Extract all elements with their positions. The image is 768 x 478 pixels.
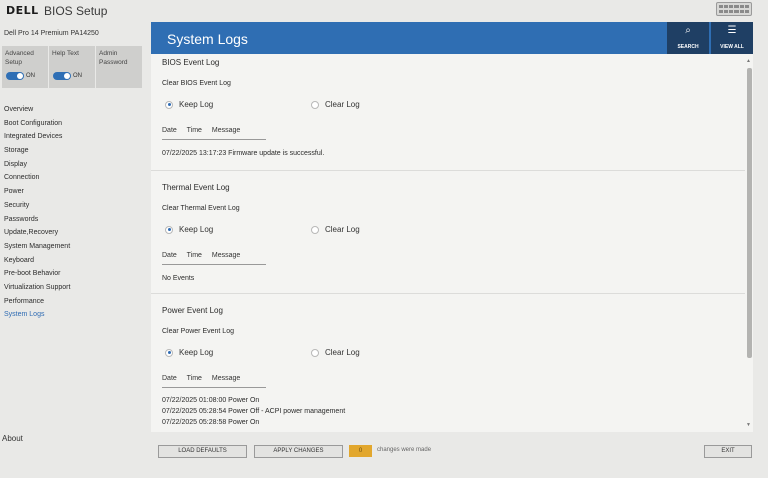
radio-selected-icon	[165, 225, 173, 234]
radio-unselected-icon	[311, 225, 319, 234]
section-title: Thermal Event Log	[162, 183, 230, 192]
top-bar: DELL BIOS Setup	[0, 0, 768, 22]
help-text-toggle-text: ON	[73, 73, 82, 79]
column-date: Date	[162, 252, 177, 259]
admin-password-tile[interactable]: Admin Password	[96, 46, 142, 88]
section-subtitle: Clear Thermal Event Log	[162, 205, 240, 212]
sidebar-item-display[interactable]: Display	[4, 158, 70, 172]
sidebar-item-boot-configuration[interactable]: Boot Configuration	[4, 117, 70, 131]
apply-changes-button[interactable]: APPLY CHANGES	[254, 445, 343, 458]
search-icon: ⌕	[685, 25, 691, 36]
log-column-headers: Date Time Message	[162, 375, 266, 388]
log-entry: 07/22/2025 05:28:58 Power On	[162, 419, 260, 426]
sidebar-item-performance[interactable]: Performance	[4, 295, 70, 309]
column-message: Message	[211, 252, 241, 259]
bios-clear-log-radio[interactable]: Clear Log	[311, 100, 360, 109]
scroll-up-icon[interactable]: ▲	[746, 58, 751, 64]
sidebar: Dell Pro 14 Premium PA14250 Advanced Set…	[0, 22, 150, 454]
section-subtitle: Clear BIOS Event Log	[162, 80, 231, 87]
section-divider	[151, 170, 745, 171]
dell-logo: DELL	[6, 4, 39, 17]
column-message: Message	[211, 375, 241, 382]
changes-count-badge: 0	[349, 445, 372, 457]
main-panel: System Logs ⌕ SEARCH ☰ VIEW ALL BIOS Eve…	[151, 22, 753, 432]
log-column-headers: Date Time Message	[162, 127, 266, 140]
radio-label: Keep Log	[179, 225, 214, 234]
help-text-tile[interactable]: Help Text ON	[49, 46, 95, 88]
column-date: Date	[162, 127, 177, 134]
scrollbar-thumb[interactable]	[747, 68, 752, 358]
column-time: Time	[186, 252, 202, 259]
keyboard-icon[interactable]	[716, 2, 752, 16]
radio-label: Clear Log	[325, 348, 360, 357]
log-column-headers: Date Time Message	[162, 252, 266, 265]
sidebar-item-pre-boot-behavior[interactable]: Pre-boot Behavior	[4, 267, 70, 281]
log-content: BIOS Event Log Clear BIOS Event Log Keep…	[151, 54, 745, 432]
radio-unselected-icon	[311, 348, 319, 357]
radio-selected-icon	[165, 100, 173, 109]
radio-label: Clear Log	[325, 225, 360, 234]
advanced-setup-label: Advanced Setup	[5, 50, 34, 66]
section-title: Power Event Log	[162, 306, 223, 315]
log-entry: 07/22/2025 01:08:00 Power On	[162, 397, 260, 404]
sidebar-item-update-recovery[interactable]: Update,Recovery	[4, 226, 70, 240]
help-text-toggle[interactable]	[53, 72, 71, 80]
power-keep-log-radio[interactable]: Keep Log	[165, 348, 213, 357]
sidebar-item-security[interactable]: Security	[4, 199, 70, 213]
column-time: Time	[186, 127, 202, 134]
section-subtitle: Clear Power Event Log	[162, 328, 234, 335]
help-text-label: Help Text	[52, 50, 79, 57]
page-title: System Logs	[167, 31, 248, 47]
sidebar-item-system-logs[interactable]: System Logs	[4, 308, 70, 322]
admin-password-label: Admin Password	[99, 50, 128, 66]
sidebar-item-keyboard[interactable]: Keyboard	[4, 254, 70, 268]
sidebar-item-integrated-devices[interactable]: Integrated Devices	[4, 130, 70, 144]
scroll-down-icon[interactable]: ▼	[746, 422, 751, 428]
changes-text: changes were made	[377, 447, 432, 453]
radio-label: Keep Log	[179, 100, 214, 109]
radio-label: Keep Log	[179, 348, 214, 357]
log-entry: 07/22/2025 13:17:23 Firmware update is s…	[162, 150, 325, 157]
view-all-label: VIEW ALL	[720, 44, 744, 50]
search-button[interactable]: ⌕ SEARCH	[667, 22, 709, 54]
bios-keep-log-radio[interactable]: Keep Log	[165, 100, 213, 109]
power-clear-log-radio[interactable]: Clear Log	[311, 348, 360, 357]
about-link[interactable]: About	[2, 434, 23, 443]
footer-bar: LOAD DEFAULTS APPLY CHANGES 0 changes we…	[151, 432, 753, 460]
load-defaults-button[interactable]: LOAD DEFAULTS	[158, 445, 247, 458]
app-title: BIOS Setup	[44, 4, 108, 18]
radio-unselected-icon	[311, 100, 319, 109]
column-message: Message	[211, 127, 241, 134]
sidebar-item-storage[interactable]: Storage	[4, 144, 70, 158]
section-title: BIOS Event Log	[162, 58, 220, 67]
vertical-scrollbar[interactable]: ▲ ▼	[745, 54, 753, 432]
thermal-keep-log-radio[interactable]: Keep Log	[165, 225, 213, 234]
sidebar-item-virtualization-support[interactable]: Virtualization Support	[4, 281, 70, 295]
radio-selected-icon	[165, 348, 173, 357]
device-name: Dell Pro 14 Premium PA14250	[4, 30, 99, 37]
sidebar-item-power[interactable]: Power	[4, 185, 70, 199]
radio-label: Clear Log	[325, 100, 360, 109]
log-entry: No Events	[162, 275, 195, 282]
log-entry: 07/22/2025 05:28:54 Power Off - ACPI pow…	[162, 408, 346, 415]
filter-list-icon: ☰	[727, 25, 737, 36]
advanced-setup-toggle[interactable]	[6, 72, 24, 80]
advanced-setup-toggle-text: ON	[26, 73, 35, 79]
section-divider	[151, 293, 745, 294]
sidebar-item-system-management[interactable]: System Management	[4, 240, 70, 254]
search-label: SEARCH	[677, 44, 699, 50]
exit-button[interactable]: EXIT	[704, 445, 752, 458]
column-date: Date	[162, 375, 177, 382]
sidebar-item-overview[interactable]: Overview	[4, 103, 70, 117]
advanced-setup-tile[interactable]: Advanced Setup ON	[2, 46, 48, 88]
page-header: System Logs ⌕ SEARCH ☰ VIEW ALL	[151, 22, 753, 54]
column-time: Time	[186, 375, 202, 382]
sidebar-item-connection[interactable]: Connection	[4, 171, 70, 185]
view-all-button[interactable]: ☰ VIEW ALL	[711, 22, 753, 54]
sidebar-nav: Overview Boot Configuration Integrated D…	[4, 103, 70, 322]
sidebar-item-passwords[interactable]: Passwords	[4, 213, 70, 227]
thermal-clear-log-radio[interactable]: Clear Log	[311, 225, 360, 234]
